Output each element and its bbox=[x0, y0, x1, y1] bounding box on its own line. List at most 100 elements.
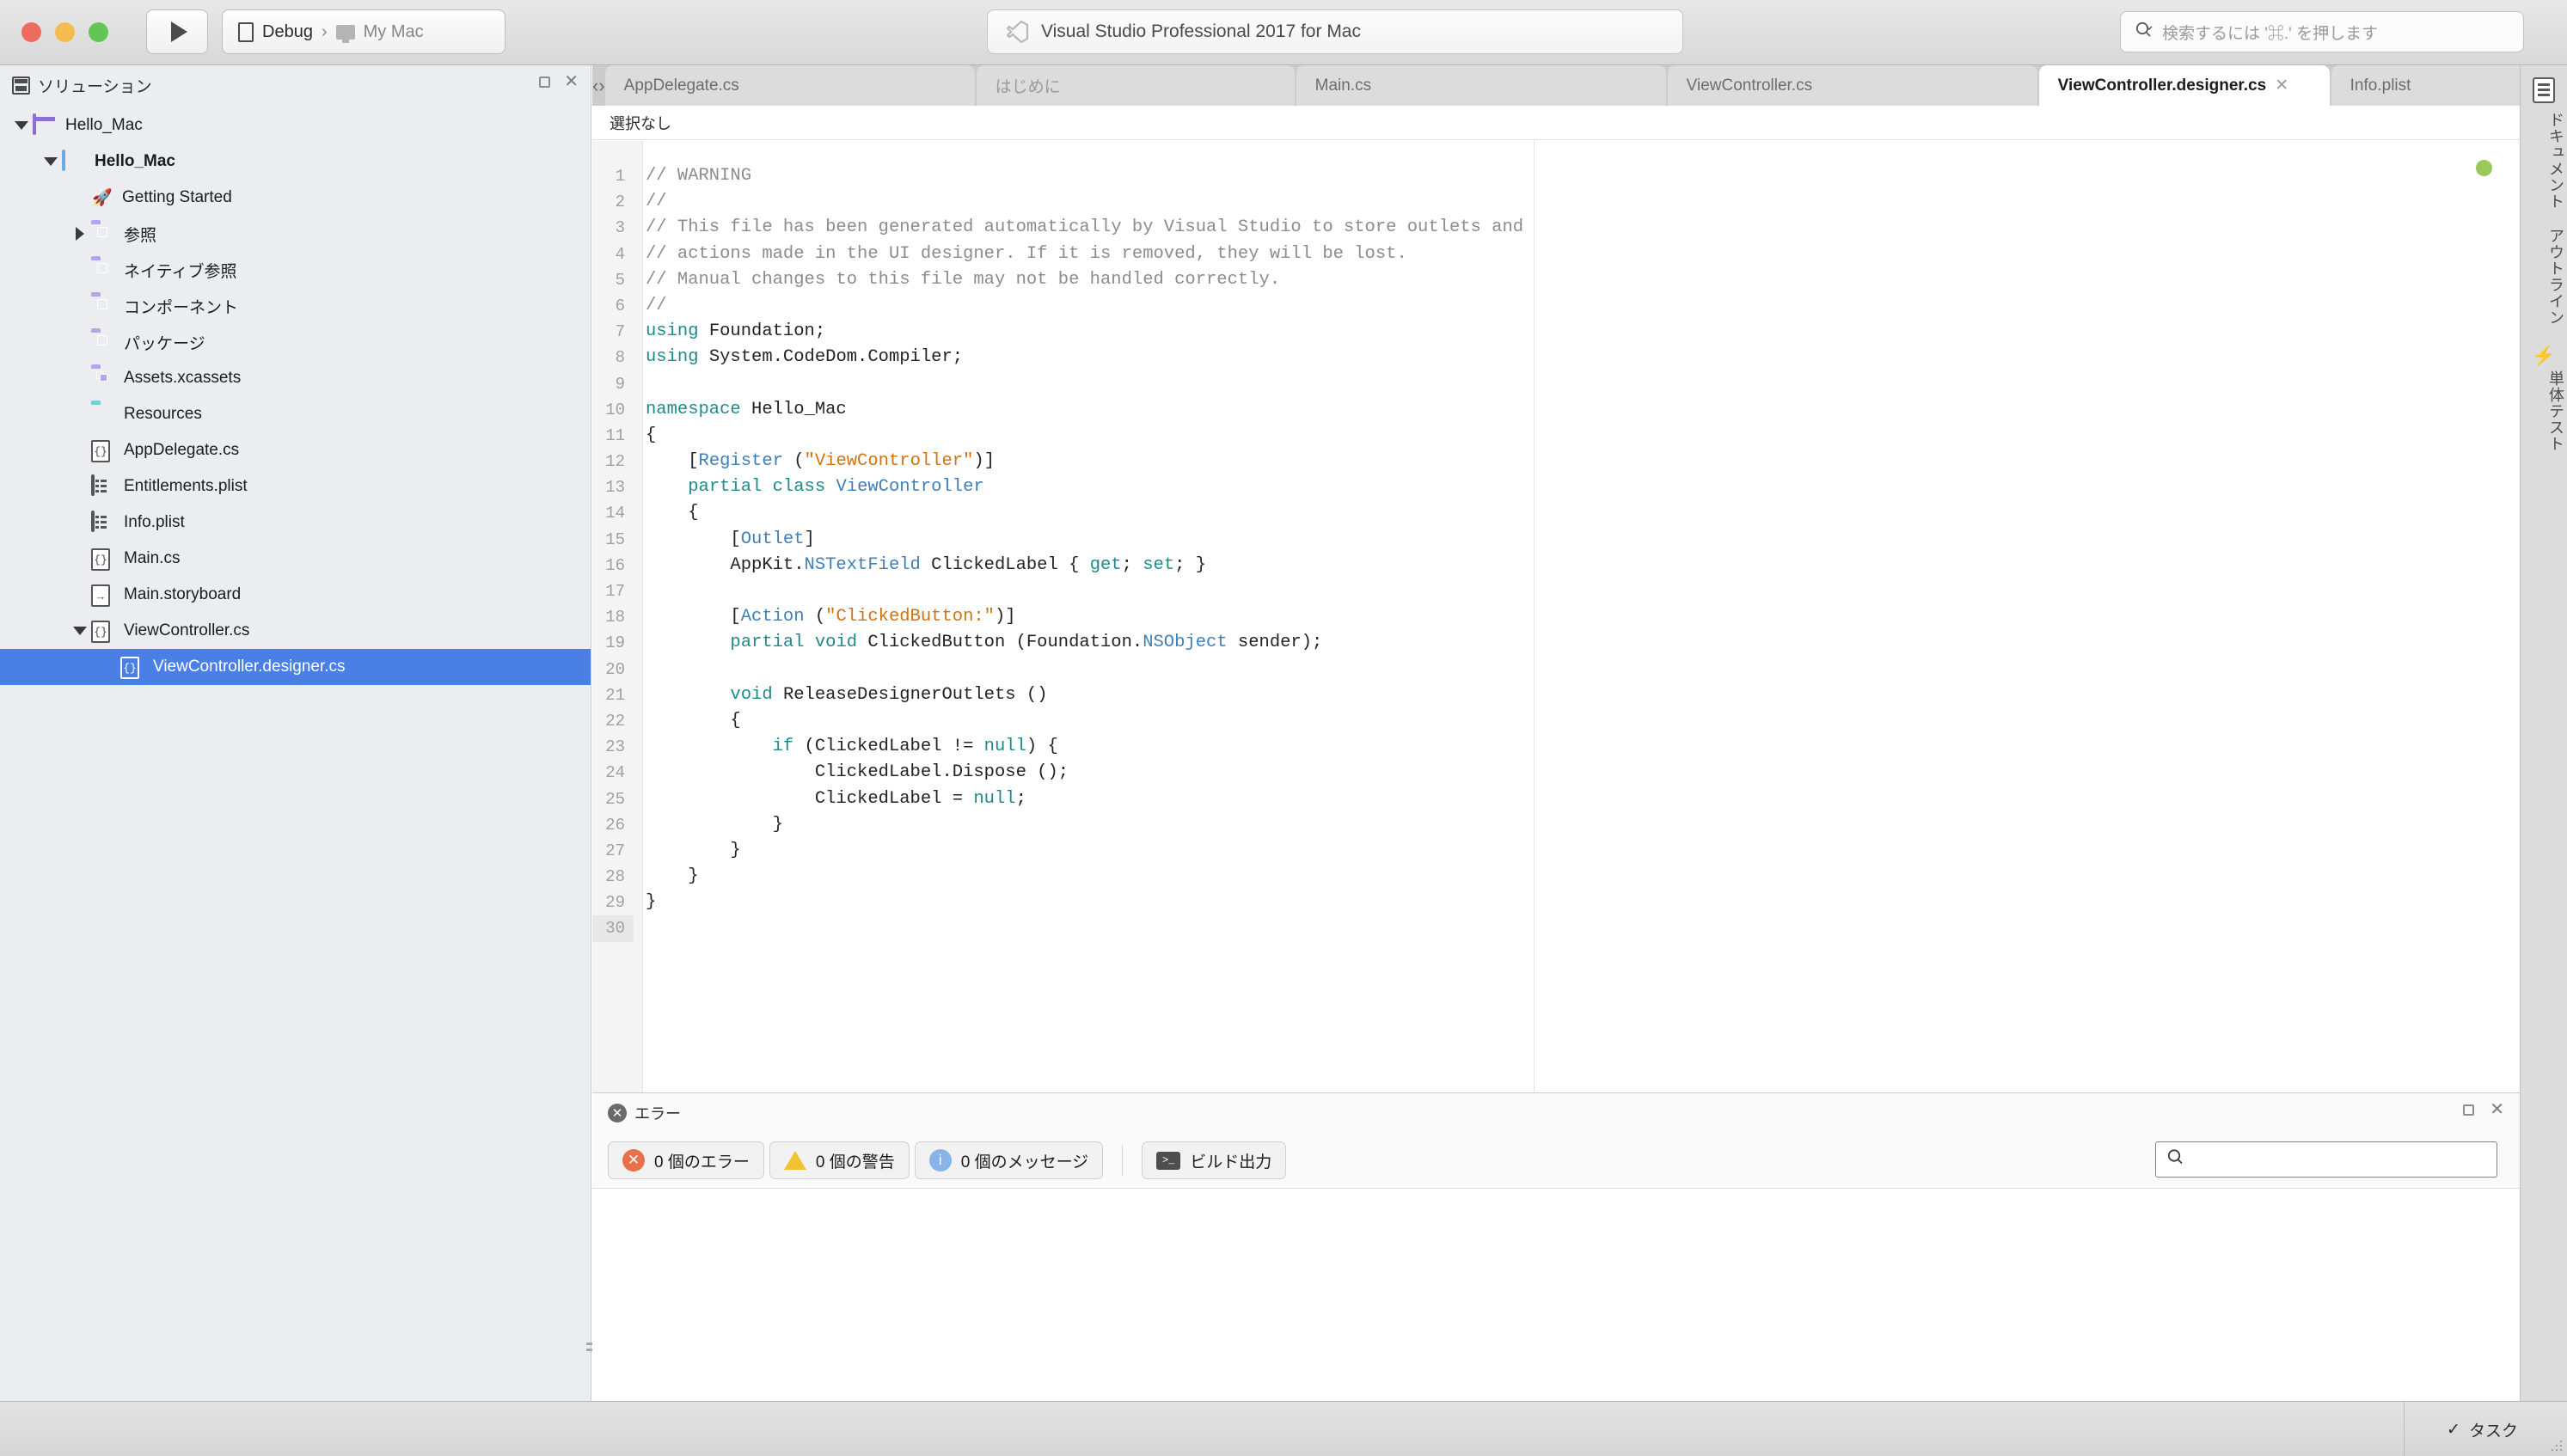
code-line: 5 // Manual changes to this file may not … bbox=[592, 267, 2520, 293]
errors-pad-close-button[interactable]: ✕ bbox=[2490, 1101, 2504, 1118]
editor-tab[interactable]: ViewController.designer.cs ✕ bbox=[2038, 65, 2330, 106]
tree-item[interactable]: {} AppDelegate.cs bbox=[0, 432, 591, 468]
tree-item[interactable]: ネイティブ参照 bbox=[0, 252, 591, 288]
code-line: 7 using Foundation; bbox=[592, 319, 2520, 345]
errors-search-input[interactable] bbox=[2155, 1141, 2497, 1178]
tree-item[interactable]: Entitlements.plist bbox=[0, 468, 591, 505]
code-line: 16 AppKit.NSTextField ClickedLabel { get… bbox=[592, 553, 2520, 578]
tree-item[interactable]: {} ViewController.cs bbox=[0, 613, 591, 649]
editor-tab[interactable]: ViewController.cs bbox=[1667, 65, 2037, 106]
editor-column: ‹ › AppDelegate.cs はじめに Main.cs ViewControl… bbox=[592, 65, 2567, 1402]
code-editor[interactable]: 1 // WARNING 2 // 3 // This file has been gen… bbox=[592, 141, 2520, 1092]
right-strip-item-document-outline[interactable]: ドキュメント アウトライン bbox=[2521, 112, 2567, 326]
tree-item[interactable]: コンポーネント bbox=[0, 288, 591, 324]
code-line: 2 // bbox=[592, 189, 2520, 215]
search-icon bbox=[2166, 1148, 2185, 1171]
code-text: using Foundation; bbox=[646, 321, 826, 342]
tree-item[interactable]: → Main.storyboard bbox=[0, 577, 591, 613]
tree-item[interactable]: 🚀 Getting Started bbox=[0, 180, 591, 216]
tree-item[interactable]: パッケージ bbox=[0, 324, 591, 360]
editor-tab[interactable]: AppDelegate.cs bbox=[604, 65, 975, 106]
document-outline-icon[interactable] bbox=[2533, 77, 2555, 103]
solution-pad-icon bbox=[12, 76, 30, 95]
code-text: void ReleaseDesignerOutlets () bbox=[730, 684, 1048, 705]
code-lines: 1 // WARNING 2 // 3 // This file has been gen… bbox=[592, 163, 2520, 942]
editor-tab[interactable]: はじめに bbox=[976, 65, 1295, 106]
editor-breadcrumb-bar[interactable]: 選択なし bbox=[592, 106, 2520, 140]
code-text: ClickedLabel = null; bbox=[646, 788, 1026, 809]
maximize-window-button[interactable] bbox=[89, 22, 108, 42]
solution-icon bbox=[33, 113, 36, 135]
warning-badge-icon bbox=[783, 1151, 806, 1170]
editor-tab-bar: ‹ › AppDelegate.cs はじめに Main.cs ViewControl… bbox=[592, 65, 2567, 106]
code-text: [Action ("ClickedButton:")] bbox=[646, 607, 1016, 627]
solution-pad-close-button[interactable]: ✕ bbox=[564, 73, 579, 90]
errors-pad-header: ✕ エラー ✕ bbox=[592, 1093, 2520, 1133]
line-number: 3 bbox=[615, 218, 625, 238]
csharp-file-icon: {} bbox=[91, 621, 110, 643]
code-line: 20 bbox=[592, 657, 2520, 682]
nav-forward-button[interactable]: › bbox=[598, 75, 604, 97]
errors-pad-toolbar: ✕ 0 個のエラー 0 個の警告 i 0 個のメッセージ >_ ビルド出力 bbox=[592, 1133, 2520, 1188]
code-text: if (ClickedLabel != null) { bbox=[772, 737, 1058, 757]
csharp-file-icon: {} bbox=[120, 657, 139, 679]
nav-back-button[interactable]: ‹ bbox=[592, 75, 598, 97]
right-strip-item-unit-tests[interactable]: 単体テスト bbox=[2521, 370, 2567, 452]
run-configuration-selector[interactable]: Debug › My Mac bbox=[222, 9, 505, 54]
tree-item[interactable]: 参照 bbox=[0, 216, 591, 252]
tasks-button[interactable]: ✓ タスク bbox=[2404, 1402, 2560, 1456]
errors-pad-icon: ✕ bbox=[608, 1104, 627, 1123]
line-number: 27 bbox=[605, 841, 625, 860]
line-number: 5 bbox=[615, 270, 625, 290]
info-badge-icon: i bbox=[928, 1149, 952, 1172]
tree-item[interactable]: Assets.xcassets bbox=[0, 360, 591, 396]
filter-errors-button[interactable]: ✕ 0 個のエラー bbox=[608, 1141, 764, 1179]
close-window-button[interactable] bbox=[21, 22, 41, 42]
window-resize-grip[interactable] bbox=[2550, 1439, 2564, 1453]
line-number: 1 bbox=[615, 167, 625, 186]
tree-item[interactable]: Hello_Mac bbox=[0, 144, 591, 180]
editor-tab-label: Info.plist bbox=[2350, 76, 2411, 95]
line-number: 9 bbox=[615, 374, 625, 394]
tree-item[interactable]: {} ViewController.designer.cs bbox=[0, 649, 591, 685]
twisty[interactable] bbox=[40, 157, 62, 166]
tree-item-label: コンポーネント bbox=[124, 298, 239, 317]
editor-tab-label: ViewController.cs bbox=[1686, 76, 1813, 95]
minimize-window-button[interactable] bbox=[55, 22, 75, 42]
tree-item-label: Hello_Mac bbox=[95, 152, 175, 170]
tree-item-label: ViewController.cs bbox=[124, 621, 250, 639]
target-label: My Mac bbox=[363, 21, 424, 41]
tree-item[interactable]: {} Main.cs bbox=[0, 541, 591, 577]
tree-item-label: Main.storyboard bbox=[124, 585, 242, 603]
filter-messages-button[interactable]: i 0 個のメッセージ bbox=[914, 1141, 1104, 1179]
editor-tab[interactable]: Main.cs bbox=[1296, 65, 1666, 106]
close-icon[interactable]: ✕ bbox=[2275, 76, 2288, 95]
global-search-input[interactable]: 検索するには '⌘.' を押します bbox=[2120, 11, 2524, 52]
tree-item[interactable]: Resources bbox=[0, 396, 591, 432]
code-line: 1 // WARNING bbox=[592, 163, 2520, 189]
window-titlebar: Debug › My Mac Visual Studio Professiona… bbox=[0, 0, 2567, 65]
code-text: [Outlet] bbox=[646, 529, 815, 549]
filter-warnings-button[interactable]: 0 個の警告 bbox=[769, 1141, 910, 1179]
tree-item-label: Resources bbox=[124, 405, 202, 423]
errors-pad-minimize-button[interactable] bbox=[2463, 1104, 2475, 1116]
solution-pad-minimize-button[interactable] bbox=[539, 76, 551, 88]
line-number: 25 bbox=[605, 789, 625, 809]
errors-list[interactable] bbox=[592, 1188, 2520, 1402]
line-number: 23 bbox=[605, 737, 625, 757]
unit-tests-icon[interactable]: ⚡ bbox=[2521, 345, 2567, 367]
code-line: 30 bbox=[592, 915, 2520, 942]
twisty[interactable] bbox=[69, 627, 91, 635]
line-number: 8 bbox=[615, 348, 625, 368]
editor-tab-label: はじめに bbox=[995, 78, 1061, 96]
line-number: 26 bbox=[605, 815, 625, 835]
tree-item[interactable]: Hello_Mac bbox=[0, 107, 591, 144]
device-icon bbox=[238, 21, 254, 42]
twisty[interactable] bbox=[10, 121, 33, 130]
tree-item[interactable]: Info.plist bbox=[0, 505, 591, 541]
run-button[interactable] bbox=[146, 9, 208, 54]
tree-item-label: 参照 bbox=[124, 226, 157, 245]
display-icon bbox=[335, 24, 355, 43]
build-output-button[interactable]: >_ ビルド出力 bbox=[1142, 1141, 1287, 1179]
twisty[interactable] bbox=[69, 227, 91, 241]
